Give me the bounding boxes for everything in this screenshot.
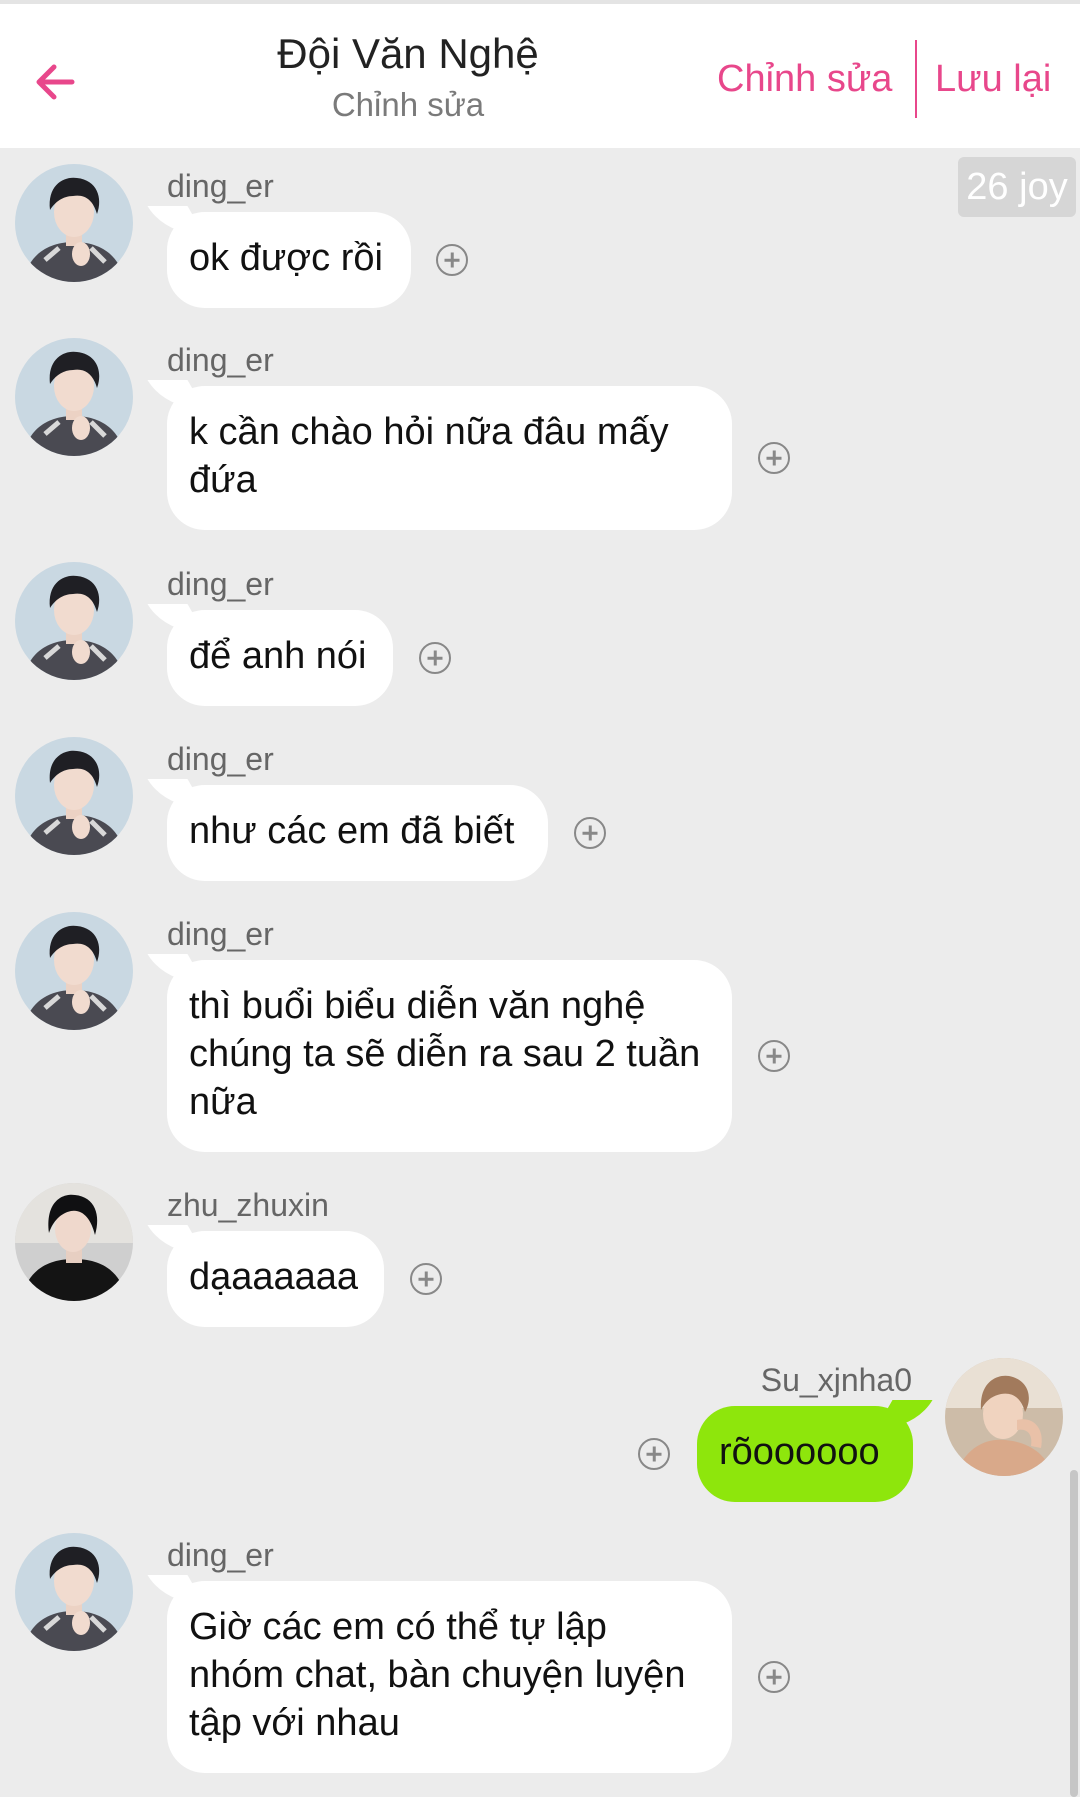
message-bubble[interactable]: k cần chào hỏi nữa đâu mấy đứa: [167, 386, 732, 530]
save-button[interactable]: Lưu lại: [935, 54, 1051, 104]
add-reaction-icon[interactable]: [758, 1040, 790, 1072]
chat-header: Đội Văn Nghệ Chỉnh sửa Chỉnh sửa Lưu lại: [0, 0, 1080, 148]
sender-name: ding_er: [167, 916, 274, 952]
group-title: Đội Văn Nghệ: [277, 30, 539, 77]
avatar-ding-er[interactable]: [15, 338, 133, 456]
joy-badge: 26 joy: [958, 157, 1076, 217]
back-arrow-icon[interactable]: [30, 54, 86, 110]
header-divider: [915, 40, 917, 118]
sender-name: Su_xjnha0: [760, 1362, 912, 1398]
message-bubble[interactable]: dạaaaaaa: [167, 1231, 384, 1327]
message-bubble[interactable]: rõoooooo: [697, 1406, 913, 1502]
sender-name: ding_er: [167, 1537, 274, 1573]
message-bubble[interactable]: ok được rồi: [167, 212, 411, 308]
avatar-zhu-zhuxin[interactable]: [15, 1183, 133, 1301]
add-reaction-icon[interactable]: [758, 1661, 790, 1693]
sender-name: ding_er: [167, 342, 274, 378]
avatar-su-xjnha0[interactable]: [945, 1358, 1063, 1476]
add-reaction-icon[interactable]: [419, 642, 451, 674]
message-bubble[interactable]: thì buổi biểu diễn văn nghệ chúng ta sẽ …: [167, 960, 732, 1152]
scrollbar[interactable]: [1070, 1470, 1078, 1797]
avatar-ding-er[interactable]: [15, 737, 133, 855]
sender-name: ding_er: [167, 168, 274, 204]
sender-name: ding_er: [167, 566, 274, 602]
avatar-ding-er[interactable]: [15, 1533, 133, 1651]
avatar-ding-er[interactable]: [15, 164, 133, 282]
avatar-ding-er[interactable]: [15, 912, 133, 1030]
sender-name: zhu_zhuxin: [167, 1187, 329, 1223]
avatar-ding-er[interactable]: [15, 562, 133, 680]
add-reaction-icon[interactable]: [436, 244, 468, 276]
add-reaction-icon[interactable]: [574, 817, 606, 849]
add-reaction-icon[interactable]: [758, 442, 790, 474]
edit-button[interactable]: Chỉnh sửa: [717, 54, 892, 104]
message-bubble[interactable]: để anh nói: [167, 610, 393, 706]
add-reaction-icon[interactable]: [638, 1438, 670, 1470]
group-subtitle: Chỉnh sửa: [331, 86, 485, 123]
message-bubble[interactable]: như các em đã biết: [167, 785, 548, 881]
message-bubble[interactable]: Giờ các em có thể tự lập nhóm chat, bàn …: [167, 1581, 732, 1773]
sender-name: ding_er: [167, 741, 274, 777]
add-reaction-icon[interactable]: [410, 1263, 442, 1295]
title-block: Đội Văn Nghệ Chỉnh sửa: [160, 28, 656, 126]
